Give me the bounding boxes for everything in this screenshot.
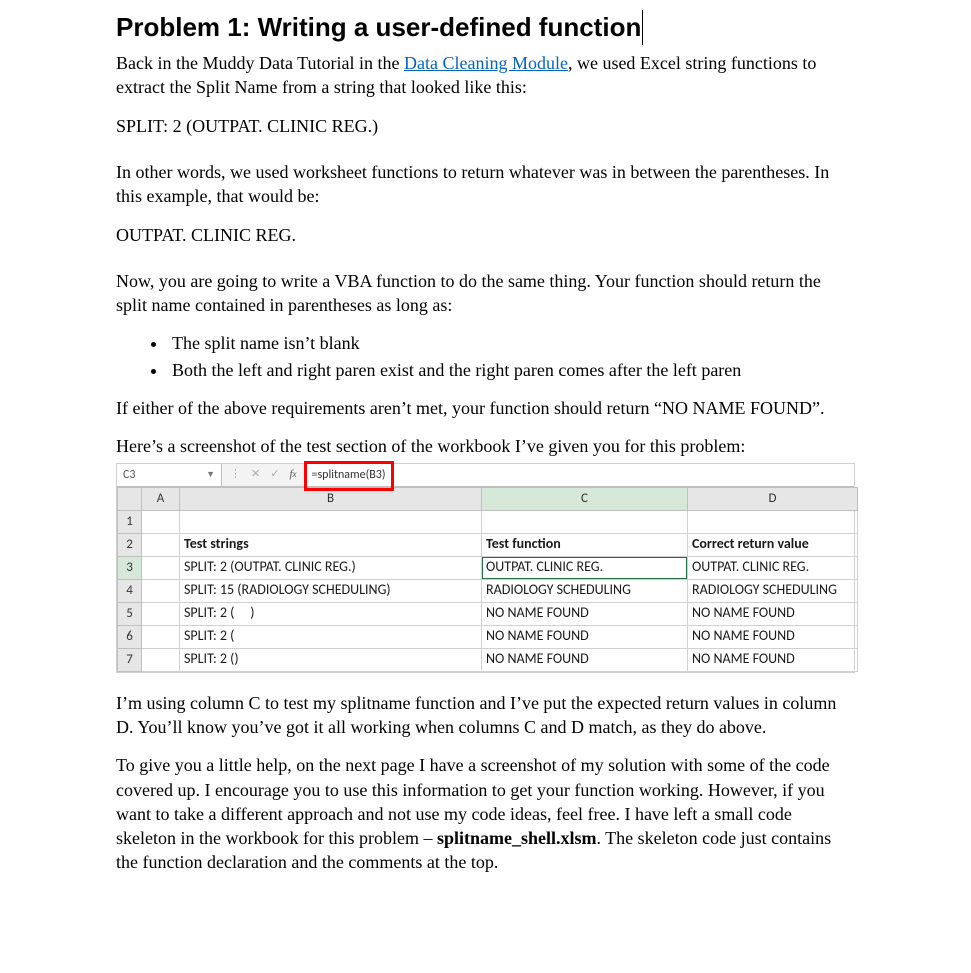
- cell[interactable]: NO NAME FOUND: [482, 648, 688, 671]
- cell[interactable]: [688, 510, 858, 533]
- help-filename: splitname_shell.xlsm: [437, 828, 597, 848]
- cell[interactable]: [142, 533, 180, 556]
- screenshot-intro: Here’s a screenshot of the test section …: [116, 434, 855, 458]
- cell[interactable]: [142, 556, 180, 579]
- table-row: 3 SPLIT: 2 (OUTPAT. CLINIC REG.) OUTPAT.…: [118, 556, 858, 579]
- after-excel-paragraph: I’m using column C to test my splitname …: [116, 691, 855, 740]
- table-row: 2 Test strings Test function Correct ret…: [118, 533, 858, 556]
- sample-string: SPLIT: 2 (OUTPAT. CLINIC REG.): [116, 114, 855, 138]
- page-title: Problem 1: Writing a user-defined functi…: [116, 10, 643, 45]
- excel-screenshot: C3 ▼ ⋮ ✕ ✓ fx =splitname(B3) A: [116, 463, 855, 673]
- cell[interactable]: NO NAME FOUND: [688, 625, 858, 648]
- cell[interactable]: [180, 510, 482, 533]
- row-header[interactable]: 1: [118, 510, 142, 533]
- cell[interactable]: [142, 625, 180, 648]
- cell[interactable]: [142, 648, 180, 671]
- cell[interactable]: [142, 510, 180, 533]
- requirement-item: Both the left and right paren exist and …: [168, 358, 855, 382]
- intro-paragraph: Back in the Muddy Data Tutorial in the D…: [116, 51, 855, 100]
- cell[interactable]: RADIOLOGY SCHEDULING: [482, 579, 688, 602]
- cell[interactable]: [482, 510, 688, 533]
- row-header[interactable]: 6: [118, 625, 142, 648]
- intro-prefix: Back in the Muddy Data Tutorial in the: [116, 53, 404, 73]
- cell[interactable]: NO NAME FOUND: [482, 602, 688, 625]
- cell[interactable]: SPLIT: 2 (): [180, 648, 482, 671]
- cell-header-test-strings[interactable]: Test strings: [180, 533, 482, 556]
- cell-header-correct-return[interactable]: Correct return value: [688, 533, 858, 556]
- row-header[interactable]: 4: [118, 579, 142, 602]
- formula-bar-buttons: ⋮ ✕ ✓ fx: [222, 464, 306, 486]
- table-row: 5 SPLIT: 2 ( ) NO NAME FOUND NO NAME FOU…: [118, 602, 858, 625]
- cell[interactable]: NO NAME FOUND: [482, 625, 688, 648]
- select-all-corner[interactable]: [118, 487, 142, 510]
- row-header[interactable]: 7: [118, 648, 142, 671]
- document-page: Problem 1: Writing a user-defined functi…: [0, 0, 971, 919]
- cell[interactable]: SPLIT: 15 (RADIOLOGY SCHEDULING): [180, 579, 482, 602]
- column-header-c[interactable]: C: [482, 487, 688, 510]
- table-row: 4 SPLIT: 15 (RADIOLOGY SCHEDULING) RADIO…: [118, 579, 858, 602]
- table-row: 6 SPLIT: 2 ( NO NAME FOUND NO NAME FOUND: [118, 625, 858, 648]
- data-cleaning-module-link[interactable]: Data Cleaning Module: [404, 53, 568, 73]
- cell[interactable]: [142, 602, 180, 625]
- column-header-d[interactable]: D: [688, 487, 858, 510]
- spreadsheet-grid: A B C D 1 2 Test strings: [117, 487, 858, 672]
- table-row: 7 SPLIT: 2 () NO NAME FOUND NO NAME FOUN…: [118, 648, 858, 671]
- formula-text: =splitname(B3): [312, 467, 386, 483]
- cell[interactable]: RADIOLOGY SCHEDULING: [688, 579, 858, 602]
- column-header-b[interactable]: B: [180, 487, 482, 510]
- task-intro: Now, you are going to write a VBA functi…: [116, 269, 855, 318]
- chevron-down-icon: ▼: [206, 469, 215, 481]
- requirements-list: The split name isn’t blank Both the left…: [116, 331, 855, 382]
- cell[interactable]: NO NAME FOUND: [688, 602, 858, 625]
- accept-icon[interactable]: ✓: [270, 467, 279, 482]
- cell-selected[interactable]: OUTPAT. CLINIC REG.: [482, 556, 688, 579]
- formula-input[interactable]: =splitname(B3): [306, 464, 855, 486]
- name-box-value: C3: [123, 467, 135, 483]
- row-header[interactable]: 2: [118, 533, 142, 556]
- cell[interactable]: [142, 579, 180, 602]
- cell[interactable]: SPLIT: 2 (: [180, 625, 482, 648]
- requirement-item: The split name isn’t blank: [168, 331, 855, 355]
- formula-bar: C3 ▼ ⋮ ✕ ✓ fx =splitname(B3): [117, 464, 854, 487]
- after-sample-paragraph: In other words, we used worksheet functi…: [116, 160, 855, 209]
- extracted-value: OUTPAT. CLINIC REG.: [116, 223, 855, 247]
- name-box[interactable]: C3 ▼: [117, 464, 222, 486]
- error-rule: If either of the above requirements aren…: [116, 396, 855, 420]
- cell-header-test-function[interactable]: Test function: [482, 533, 688, 556]
- column-header-a[interactable]: A: [142, 487, 180, 510]
- cell[interactable]: SPLIT: 2 (OUTPAT. CLINIC REG.): [180, 556, 482, 579]
- row-header[interactable]: 3: [118, 556, 142, 579]
- fx-icon[interactable]: fx: [289, 467, 296, 482]
- ellipsis-icon: ⋮: [230, 467, 241, 482]
- cell[interactable]: OUTPAT. CLINIC REG.: [688, 556, 858, 579]
- cancel-icon[interactable]: ✕: [251, 467, 260, 482]
- table-row: 1: [118, 510, 858, 533]
- row-header[interactable]: 5: [118, 602, 142, 625]
- cell[interactable]: SPLIT: 2 ( ): [180, 602, 482, 625]
- cell[interactable]: NO NAME FOUND: [688, 648, 858, 671]
- help-paragraph: To give you a little help, on the next p…: [116, 753, 855, 874]
